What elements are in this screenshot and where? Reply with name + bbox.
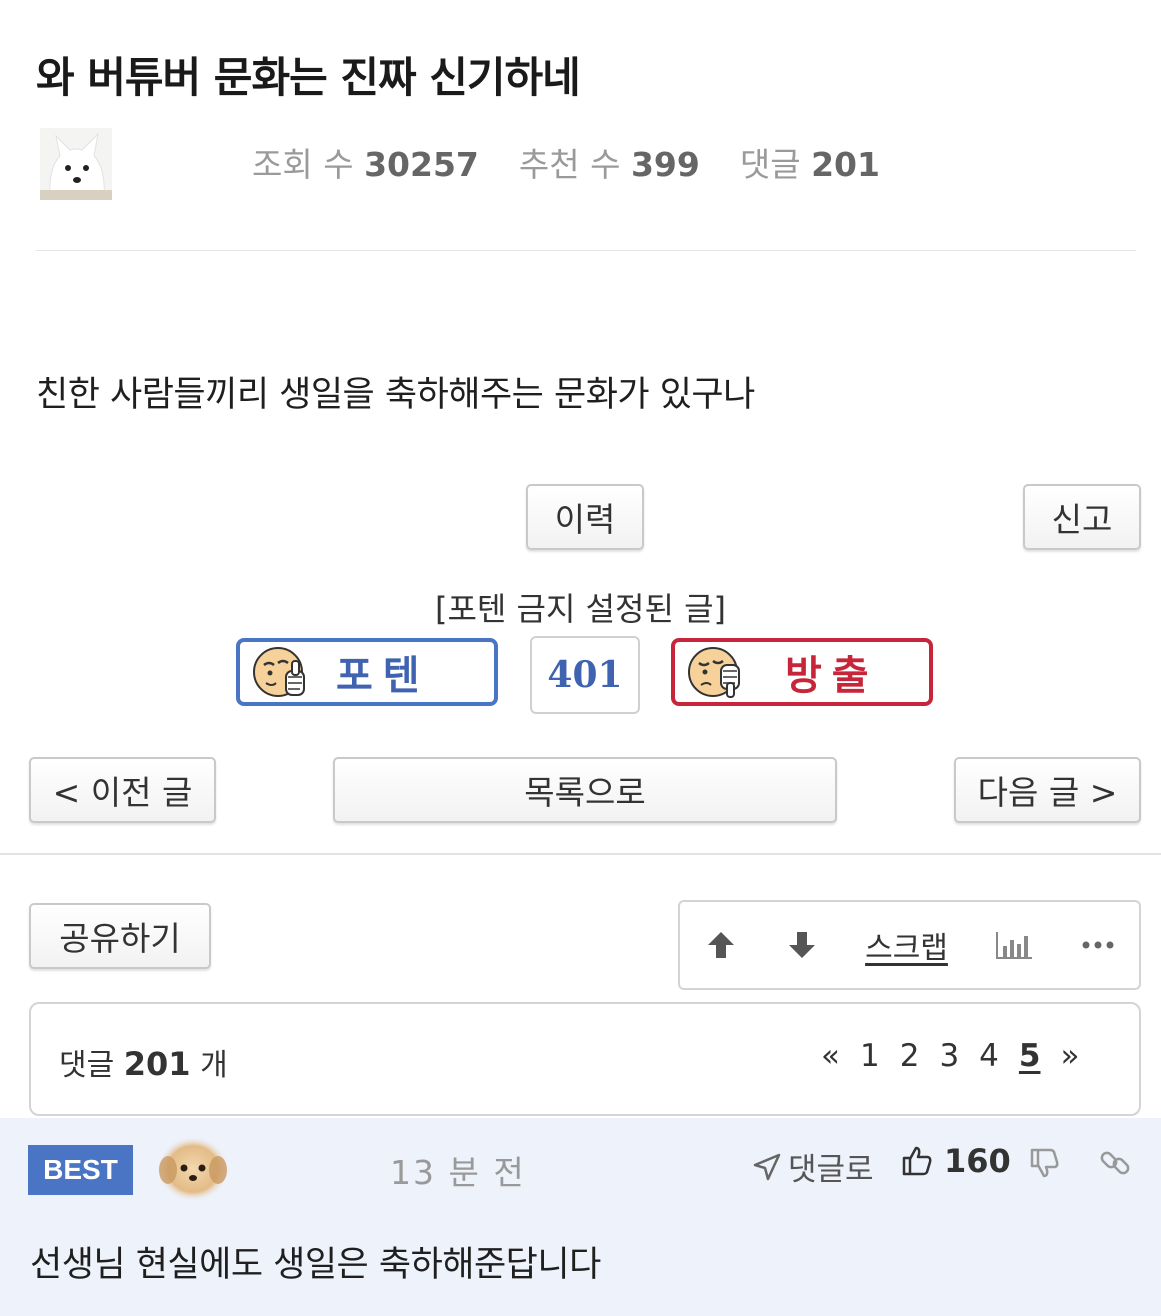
reply-button[interactable]: 댓글로 xyxy=(752,1144,874,1189)
page-3[interactable]: 3 xyxy=(939,1038,959,1074)
comment-count: 댓글 201 개 xyxy=(59,1045,228,1083)
page-5-current[interactable]: 5 xyxy=(1019,1038,1041,1074)
comments-header: 댓글 201 개 « 1 2 3 4 5 » xyxy=(29,1002,1141,1116)
stats-button[interactable] xyxy=(994,928,1034,962)
white-dog-avatar-icon xyxy=(40,128,112,201)
more-dots-icon xyxy=(1082,941,1114,949)
copy-link-button[interactable] xyxy=(1098,1146,1132,1184)
comment-time: 13 분 전 xyxy=(390,1153,526,1192)
share-button[interactable]: 공유하기 xyxy=(29,903,211,969)
thumbs-down-face-icon xyxy=(688,647,740,698)
prev-post-button[interactable]: < 이전 글 xyxy=(29,757,216,823)
downvote-button[interactable]: 방출 xyxy=(671,638,933,706)
page-2[interactable]: 2 xyxy=(900,1038,920,1074)
history-button[interactable]: 이력 xyxy=(526,484,644,550)
post-title: 와 버튜버 문화는 진짜 신기하네 xyxy=(36,53,581,102)
thumbs-down-icon xyxy=(1030,1148,1059,1178)
page-4[interactable]: 4 xyxy=(979,1038,999,1074)
views-stat: 조회 수 30257 xyxy=(252,145,479,184)
thumbs-up-face-icon xyxy=(253,647,305,697)
report-button[interactable]: 신고 xyxy=(1023,484,1141,550)
upvote-label: 포텐 xyxy=(336,652,430,699)
author-avatar[interactable] xyxy=(40,128,112,201)
send-arrow-icon xyxy=(753,1153,781,1180)
divider xyxy=(0,853,1161,855)
reply-label: 댓글로 xyxy=(788,1152,874,1188)
comment-text: 선생님 현실에도 생일은 축하해준답니다 xyxy=(30,1245,601,1285)
arrow-up-icon xyxy=(708,932,734,958)
last-page-button[interactable]: » xyxy=(1060,1038,1079,1074)
recommend-stat: 추천 수 399 xyxy=(518,145,700,184)
next-post-button[interactable]: 다음 글 > xyxy=(954,757,1141,823)
puppy-avatar-icon xyxy=(157,1136,229,1202)
thumbs-up-icon xyxy=(902,1146,932,1176)
like-count: 160 xyxy=(944,1142,1011,1180)
page-1[interactable]: 1 xyxy=(860,1038,880,1074)
arrow-down-icon xyxy=(788,932,815,958)
like-button[interactable]: 160 xyxy=(900,1142,1011,1180)
post-body: 친한 사람들끼리 생일을 축하해주는 문화가 있구나 xyxy=(36,375,755,415)
comment-pagination: « 1 2 3 4 5 » xyxy=(821,1038,1079,1074)
scrap-button[interactable]: 스크랩 xyxy=(865,923,948,967)
bar-chart-icon xyxy=(996,932,1033,959)
downvote-label: 방출 xyxy=(785,652,879,699)
commenter-avatar[interactable] xyxy=(156,1134,230,1204)
link-icon xyxy=(1100,1151,1130,1175)
list-button[interactable]: 목록으로 xyxy=(333,757,837,823)
scroll-down-button[interactable] xyxy=(785,928,819,962)
divider xyxy=(36,250,1136,251)
comments-stat: 댓글 201 xyxy=(739,145,880,184)
banned-notice: [포텐 금지 설정된 글] xyxy=(434,590,726,628)
upvote-button[interactable]: 포텐 xyxy=(236,638,498,706)
scroll-up-button[interactable] xyxy=(704,928,738,962)
more-button[interactable] xyxy=(1081,939,1115,951)
best-badge: BEST xyxy=(28,1145,133,1195)
post-stats: 조회 수 30257 추천 수 399 댓글 201 xyxy=(252,138,880,186)
first-page-button[interactable]: « xyxy=(821,1038,840,1074)
vote-count: 401 xyxy=(530,636,640,714)
post-toolbar: 스크랩 xyxy=(678,900,1141,990)
dislike-button[interactable] xyxy=(1028,1146,1060,1184)
